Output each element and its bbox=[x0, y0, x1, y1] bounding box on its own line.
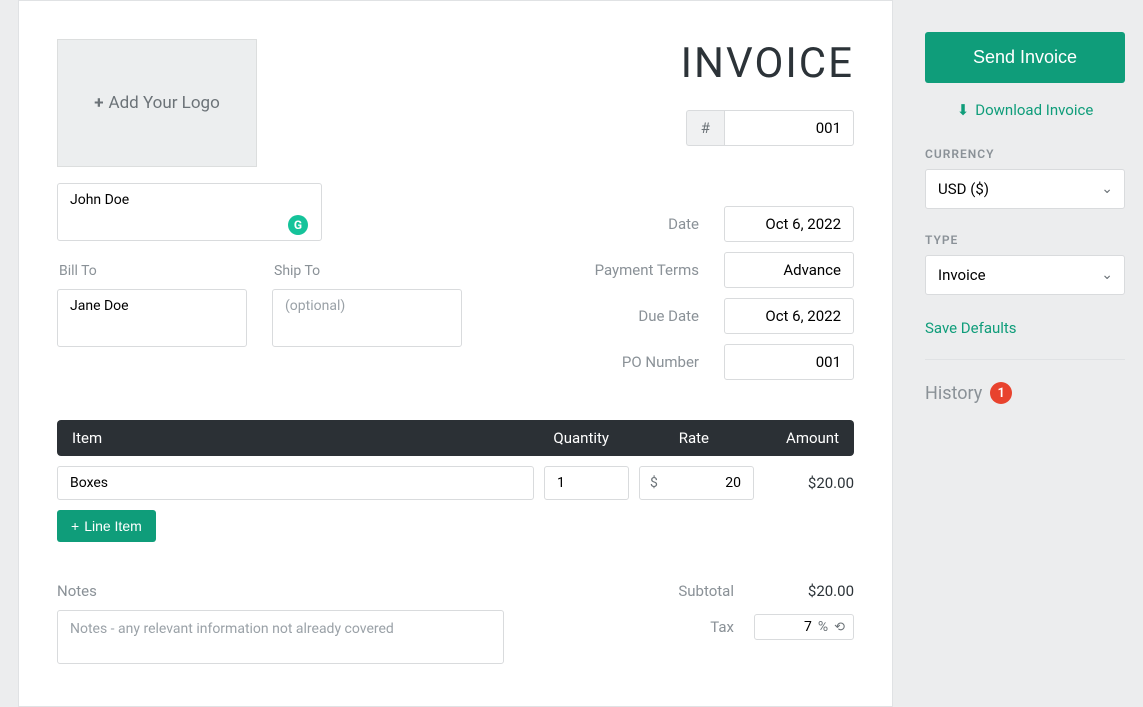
invoice-number-prefix: # bbox=[686, 110, 724, 146]
tax-input-wrapper: % ⟲ bbox=[754, 614, 854, 640]
items-table-header: Item Quantity Rate Amount bbox=[57, 420, 854, 456]
add-logo-button[interactable]: + Add Your Logo bbox=[57, 39, 257, 167]
notes-input[interactable] bbox=[57, 610, 504, 664]
due-date-label: Due Date bbox=[579, 307, 699, 325]
col-item-header: Item bbox=[72, 429, 529, 447]
notes-label: Notes bbox=[57, 582, 504, 600]
item-rate-wrapper: $ bbox=[639, 466, 754, 500]
item-quantity-input[interactable] bbox=[544, 466, 629, 500]
subtotal-label: Subtotal bbox=[678, 582, 734, 600]
download-invoice-link[interactable]: ⬇ Download Invoice bbox=[925, 101, 1125, 119]
type-select[interactable]: Invoice bbox=[925, 255, 1125, 295]
history-label: History bbox=[925, 383, 982, 404]
due-date-input[interactable] bbox=[724, 298, 854, 334]
download-label: Download Invoice bbox=[975, 101, 1093, 119]
plus-icon: + bbox=[71, 518, 79, 534]
subtotal-value: $20.00 bbox=[754, 582, 854, 600]
currency-label: Currency bbox=[925, 147, 1125, 161]
history-link[interactable]: History 1 bbox=[925, 382, 1125, 404]
bill-to-input[interactable]: Jane Doe bbox=[57, 289, 247, 347]
invoice-title: INVOICE bbox=[681, 39, 854, 88]
item-amount-value: $20.00 bbox=[764, 474, 854, 492]
bill-to-label: Bill To bbox=[57, 263, 247, 279]
ship-to-input[interactable] bbox=[272, 289, 462, 347]
add-line-item-button[interactable]: + Line Item bbox=[57, 510, 156, 542]
tax-unit: % bbox=[818, 619, 828, 635]
grammarly-icon[interactable]: G bbox=[288, 215, 308, 235]
divider bbox=[925, 359, 1125, 360]
sidebar: Send Invoice ⬇ Download Invoice Currency… bbox=[925, 0, 1125, 707]
payment-terms-label: Payment Terms bbox=[579, 261, 699, 279]
tax-input[interactable] bbox=[772, 619, 812, 635]
add-line-label: Line Item bbox=[84, 518, 142, 534]
item-description-input[interactable] bbox=[57, 466, 534, 500]
col-amount-header: Amount bbox=[739, 429, 839, 447]
from-input[interactable]: John Doe bbox=[57, 183, 322, 241]
col-qty-header: Quantity bbox=[529, 429, 619, 447]
po-number-label: PO Number bbox=[579, 353, 699, 371]
currency-select[interactable]: USD ($) bbox=[925, 169, 1125, 209]
add-logo-label: Add Your Logo bbox=[108, 93, 219, 113]
currency-symbol: $ bbox=[650, 475, 658, 491]
send-invoice-button[interactable]: Send Invoice bbox=[925, 32, 1125, 83]
type-label: Type bbox=[925, 233, 1125, 247]
item-rate-input[interactable] bbox=[658, 467, 753, 499]
invoice-card: + Add Your Logo John Doe G Bill To Jane … bbox=[18, 0, 893, 707]
payment-terms-input[interactable] bbox=[724, 252, 854, 288]
date-input[interactable] bbox=[724, 206, 854, 242]
invoice-number-input[interactable] bbox=[724, 110, 854, 146]
ship-to-label: Ship To bbox=[272, 263, 462, 279]
download-icon: ⬇ bbox=[957, 101, 970, 119]
table-row: $ $20.00 bbox=[57, 456, 854, 510]
refresh-icon[interactable]: ⟲ bbox=[834, 620, 845, 635]
tax-label: Tax bbox=[710, 618, 734, 636]
history-count-badge: 1 bbox=[990, 382, 1012, 404]
save-defaults-link[interactable]: Save Defaults bbox=[925, 319, 1125, 337]
col-rate-header: Rate bbox=[619, 429, 739, 447]
date-label: Date bbox=[579, 215, 699, 233]
plus-icon: + bbox=[94, 93, 103, 113]
po-number-input[interactable] bbox=[724, 344, 854, 380]
